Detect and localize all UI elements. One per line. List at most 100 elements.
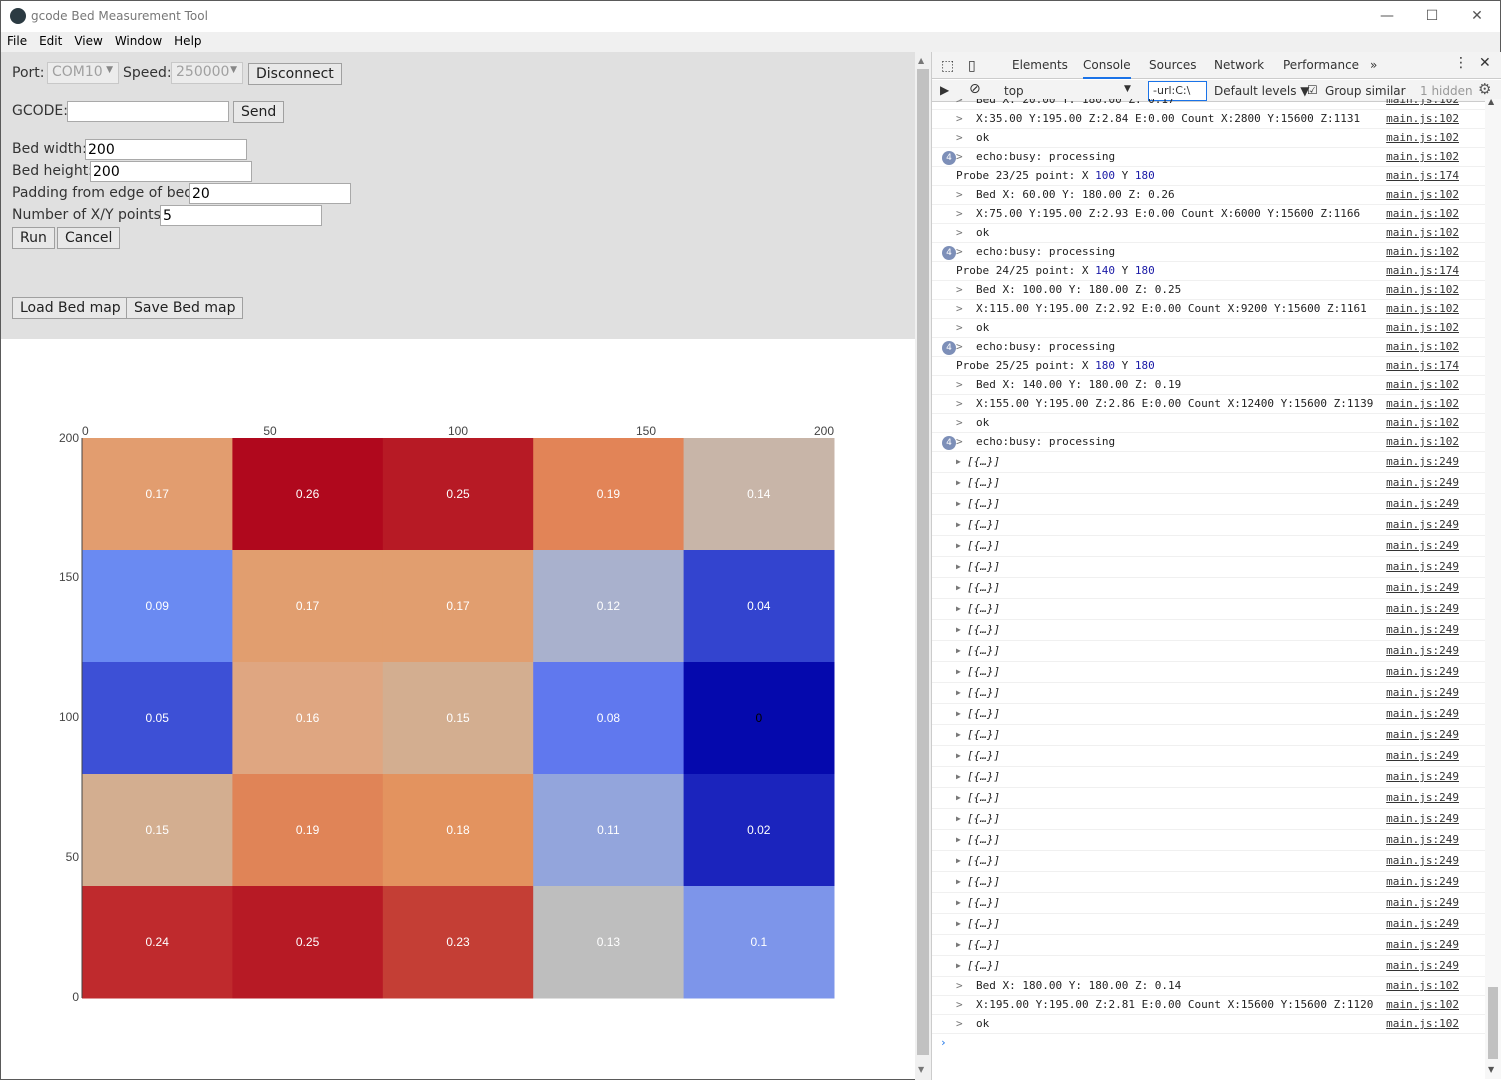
source-link[interactable]: main.js:249: [1386, 914, 1459, 934]
disconnect-button[interactable]: Disconnect: [248, 63, 342, 85]
source-link[interactable]: main.js:102: [1386, 129, 1459, 147]
source-link[interactable]: main.js:174: [1386, 262, 1459, 280]
console-line[interactable]: ▶ [{…}] main.js:249: [932, 536, 1485, 557]
port-select[interactable]: COM10 ▼: [47, 62, 119, 84]
expand-triangle-icon[interactable]: ▶: [956, 683, 961, 703]
console-line[interactable]: ▶ [{…}] main.js:249: [932, 746, 1485, 767]
source-link[interactable]: main.js:249: [1386, 683, 1459, 703]
menu-help[interactable]: Help: [168, 32, 207, 48]
filter-input[interactable]: -url:C:\: [1148, 81, 1207, 101]
console-object[interactable]: [{…}]: [967, 494, 1000, 514]
console-object[interactable]: [{…}]: [967, 662, 1000, 682]
source-link[interactable]: main.js:102: [1386, 338, 1459, 356]
source-link[interactable]: main.js:102: [1386, 996, 1459, 1014]
expand-triangle-icon[interactable]: ▶: [956, 767, 961, 787]
minimize-button[interactable]: —: [1367, 5, 1407, 27]
source-link[interactable]: main.js:102: [1386, 433, 1459, 451]
points-input[interactable]: [160, 205, 322, 226]
scroll-up-icon[interactable]: ▲: [918, 56, 924, 65]
menu-edit[interactable]: Edit: [33, 32, 68, 48]
expand-triangle-icon[interactable]: ▶: [956, 473, 961, 493]
console-line[interactable]: ▶ [{…}] main.js:249: [932, 767, 1485, 788]
console-object[interactable]: [{…}]: [967, 557, 1000, 577]
settings-gear-icon[interactable]: ⚙: [1478, 80, 1491, 98]
speed-select[interactable]: 250000 ▼: [171, 62, 243, 84]
console-object[interactable]: [{…}]: [967, 788, 1000, 808]
console-object[interactable]: [{…}]: [967, 809, 1000, 829]
tab-network[interactable]: Network: [1214, 58, 1264, 72]
source-link[interactable]: main.js:249: [1386, 767, 1459, 787]
source-link[interactable]: main.js:249: [1386, 704, 1459, 724]
source-link[interactable]: main.js:249: [1386, 473, 1459, 493]
expand-triangle-icon[interactable]: ▶: [956, 830, 961, 850]
expand-triangle-icon[interactable]: ▶: [956, 662, 961, 682]
source-link[interactable]: main.js:249: [1386, 557, 1459, 577]
console-line[interactable]: ▶ [{…}] main.js:249: [932, 515, 1485, 536]
source-link[interactable]: main.js:102: [1386, 376, 1459, 394]
sidebar-toggle-icon[interactable]: ▶: [940, 83, 949, 97]
context-select[interactable]: top: [1004, 84, 1024, 98]
console-object[interactable]: [{…}]: [967, 578, 1000, 598]
console-line[interactable]: ▶ [{…}] main.js:249: [932, 935, 1485, 956]
console-object[interactable]: [{…}]: [967, 893, 1000, 913]
run-button[interactable]: Run: [12, 227, 55, 249]
console-scrollbar[interactable]: ▲ ▼: [1485, 97, 1501, 1079]
cancel-button[interactable]: Cancel: [57, 227, 121, 249]
source-link[interactable]: main.js:249: [1386, 788, 1459, 808]
console-object[interactable]: [{…}]: [967, 641, 1000, 661]
menu-file[interactable]: File: [1, 32, 33, 48]
console-line[interactable]: ▶ [{…}] main.js:249: [932, 494, 1485, 515]
console-object[interactable]: [{…}]: [967, 872, 1000, 892]
console-object[interactable]: [{…}]: [967, 746, 1000, 766]
console-prompt[interactable]: ›: [932, 1034, 1485, 1053]
console-line[interactable]: ▶ [{…}] main.js:249: [932, 473, 1485, 494]
source-link[interactable]: main.js:249: [1386, 599, 1459, 619]
source-link[interactable]: main.js:174: [1386, 167, 1459, 185]
source-link[interactable]: main.js:249: [1386, 494, 1459, 514]
expand-triangle-icon[interactable]: ▶: [956, 914, 961, 934]
source-link[interactable]: main.js:249: [1386, 641, 1459, 661]
scroll-down-icon[interactable]: ▼: [1488, 1065, 1494, 1074]
console-line[interactable]: ▶ [{…}] main.js:249: [932, 704, 1485, 725]
expand-triangle-icon[interactable]: ▶: [956, 746, 961, 766]
console-object[interactable]: [{…}]: [967, 914, 1000, 934]
console-object[interactable]: [{…}]: [967, 851, 1000, 871]
console-object[interactable]: [{…}]: [967, 767, 1000, 787]
group-similar-checkbox[interactable]: ☑: [1307, 83, 1318, 97]
expand-triangle-icon[interactable]: ▶: [956, 557, 961, 577]
expand-triangle-icon[interactable]: ▶: [956, 578, 961, 598]
maximize-button[interactable]: ☐: [1412, 5, 1452, 27]
source-link[interactable]: main.js:249: [1386, 515, 1459, 535]
source-link[interactable]: main.js:102: [1386, 205, 1459, 223]
source-link[interactable]: main.js:102: [1386, 281, 1459, 299]
console-object[interactable]: [{…}]: [967, 935, 1000, 955]
console-object[interactable]: [{…}]: [967, 830, 1000, 850]
scrollbar-thumb[interactable]: [1488, 987, 1498, 1059]
expand-triangle-icon[interactable]: ▶: [956, 956, 961, 976]
expand-triangle-icon[interactable]: ▶: [956, 935, 961, 955]
source-link[interactable]: main.js:249: [1386, 536, 1459, 556]
expand-triangle-icon[interactable]: ▶: [956, 893, 961, 913]
source-link[interactable]: main.js:249: [1386, 452, 1459, 472]
console-object[interactable]: [{…}]: [967, 599, 1000, 619]
console-object[interactable]: [{…}]: [967, 452, 1000, 472]
source-link[interactable]: main.js:249: [1386, 893, 1459, 913]
console-line[interactable]: ▶ [{…}] main.js:249: [932, 620, 1485, 641]
console-object[interactable]: [{…}]: [967, 704, 1000, 724]
expand-triangle-icon[interactable]: ▶: [956, 620, 961, 640]
console-object[interactable]: [{…}]: [967, 473, 1000, 493]
console-line[interactable]: ▶ [{…}] main.js:249: [932, 893, 1485, 914]
source-link[interactable]: main.js:174: [1386, 357, 1459, 375]
source-link[interactable]: main.js:249: [1386, 578, 1459, 598]
console-line[interactable]: ▶ [{…}] main.js:249: [932, 725, 1485, 746]
expand-triangle-icon[interactable]: ▶: [956, 788, 961, 808]
close-button[interactable]: ✕: [1457, 5, 1497, 27]
console-line[interactable]: ▶ [{…}] main.js:249: [932, 872, 1485, 893]
console-line[interactable]: ▶ [{…}] main.js:249: [932, 830, 1485, 851]
source-link[interactable]: main.js:102: [1386, 224, 1459, 242]
source-link[interactable]: main.js:102: [1386, 243, 1459, 261]
expand-triangle-icon[interactable]: ▶: [956, 704, 961, 724]
console-line[interactable]: ▶ [{…}] main.js:249: [932, 788, 1485, 809]
tab-performance[interactable]: Performance: [1283, 58, 1359, 72]
log-levels-select[interactable]: Default levels ▼: [1214, 84, 1310, 98]
